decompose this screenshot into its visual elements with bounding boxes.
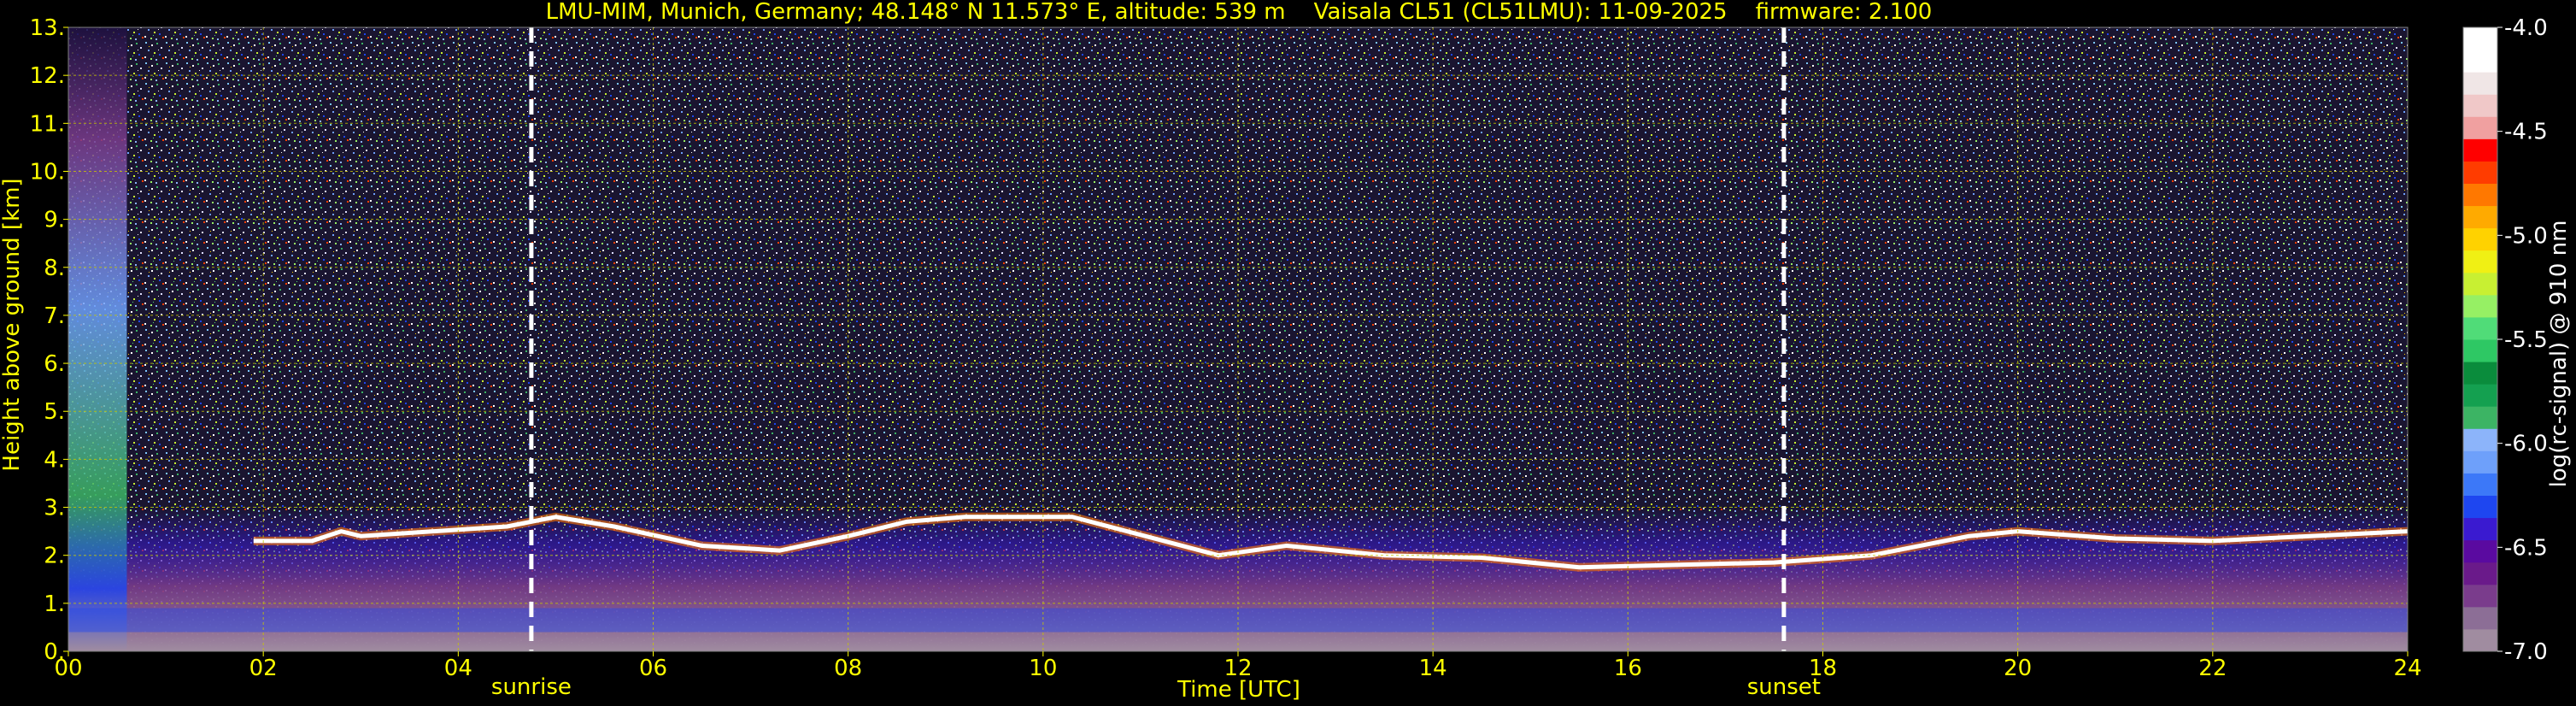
colorbar-swatch — [2463, 606, 2497, 630]
colorbar-swatch — [2463, 294, 2497, 318]
x-tick-label: 20 — [2004, 656, 2032, 681]
colorbar-swatch — [2463, 272, 2497, 296]
colorbar-swatch — [2463, 628, 2497, 652]
x-axis-label: Time [UTC] — [1177, 677, 1300, 703]
colorbar-swatch — [2463, 384, 2497, 407]
colorbar-tick-label: -4.5 — [2504, 120, 2548, 145]
colorbar-swatch — [2463, 138, 2497, 162]
colorbar-tick-label: -7.0 — [2504, 639, 2548, 665]
colorbar-swatch — [2463, 227, 2497, 251]
colorbar-swatch — [2463, 362, 2497, 385]
colorbar-swatch — [2463, 495, 2497, 519]
y-tick-label: 13. — [30, 15, 65, 41]
x-tick-label: 16 — [1614, 656, 1642, 681]
y-tick-label: 8. — [44, 256, 65, 281]
y-tick-label: 11. — [30, 111, 65, 137]
y-tick-label: 1. — [44, 591, 65, 617]
chart-title: LMU-MIM, Munich, Germany; 48.148° N 11.5… — [546, 0, 1933, 25]
colorbar-tick-label: -5.0 — [2504, 223, 2548, 249]
colorbar-swatch — [2463, 316, 2497, 340]
x-tick-label: 10 — [1029, 656, 1057, 681]
y-tick-label: 12. — [30, 63, 65, 89]
colorbar-swatch — [2463, 161, 2497, 184]
colorbar-swatch — [2463, 562, 2497, 585]
colorbar-swatch — [2463, 428, 2497, 451]
x-tick-label: 22 — [2198, 656, 2227, 681]
early-signal-column — [68, 27, 127, 651]
colorbar-tick-label: -6.5 — [2504, 535, 2548, 561]
y-tick-label: 5. — [44, 399, 65, 425]
colorbar-swatch — [2463, 473, 2497, 496]
colorbar-swatch — [2463, 50, 2497, 73]
colorbar-swatch — [2463, 116, 2497, 139]
ceilometer-chart: sunrise sunset 00 02 04 06 08 10 12 14 16 18 20 22 24… — [0, 0, 2572, 703]
y-tick-label: 3. — [44, 496, 65, 521]
y-tick-label: 4. — [44, 447, 65, 473]
y-axis-label: Height above ground [km] — [0, 178, 25, 471]
x-tick-label: 24 — [2393, 656, 2421, 681]
colorbar-swatch — [2463, 205, 2497, 229]
x-tick-label: 02 — [249, 656, 278, 681]
colorbar-swatch — [2463, 517, 2497, 541]
y-axis-ticks: 0. 1. 2. 3. 4. 5. 6. 7. 8. 9. 10. 11. 12. 13. — [30, 15, 68, 665]
x-tick-label: 14 — [1419, 656, 1447, 681]
colorbar-swatch — [2463, 72, 2497, 95]
colorbar-swatch — [2463, 27, 2497, 50]
colorbar-swatch — [2463, 183, 2497, 207]
x-tick-label: 04 — [444, 656, 472, 681]
y-tick-label: 9. — [44, 208, 65, 233]
x-tick-label: 18 — [1809, 656, 1837, 681]
y-tick-label: 6. — [44, 351, 65, 377]
y-tick-label: 10. — [30, 159, 65, 185]
colorbar-swatch — [2463, 584, 2497, 608]
colorbar-swatch — [2463, 339, 2497, 362]
y-tick-label: 2. — [44, 544, 65, 569]
colorbar-swatch — [2463, 94, 2497, 117]
x-tick-label: 08 — [834, 656, 862, 681]
colorbar-label: log(rc-signal) @ 910 nm — [2546, 221, 2572, 488]
x-tick-label: 06 — [639, 656, 667, 681]
y-tick-label: 0. — [44, 639, 65, 665]
colorbar-tick-label: -6.0 — [2504, 432, 2548, 457]
colorbar-tick-label: -5.5 — [2504, 327, 2548, 353]
colorbar-swatch — [2463, 450, 2497, 474]
colorbar-swatch — [2463, 406, 2497, 429]
sunrise-label: sunrise — [491, 674, 572, 700]
colorbar-swatch — [2463, 539, 2497, 563]
colorbar-swatch — [2463, 250, 2497, 274]
y-tick-label: 7. — [44, 303, 65, 329]
colorbar-tick-label: -4.0 — [2504, 15, 2548, 41]
colorbar: -7.0 -6.5 -6.0 -5.5 -5.0 -4.5 -4.0 — [2462, 15, 2548, 665]
